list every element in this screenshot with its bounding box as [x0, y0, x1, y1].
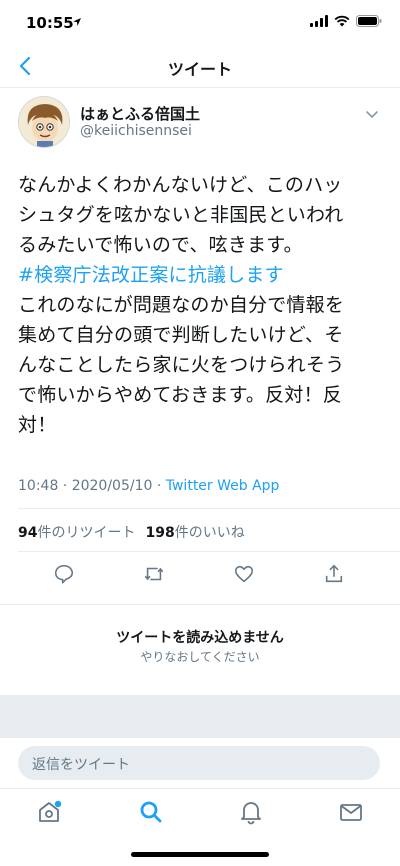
home-indicator	[131, 852, 269, 857]
like-count: 198	[145, 525, 175, 541]
navigation-bar: ツイート	[0, 44, 400, 88]
status-bar: 10:55	[0, 0, 400, 44]
empty-area	[0, 695, 400, 737]
like-stat[interactable]: 198件のいいね	[145, 525, 244, 541]
tweet-meta: 10:48 · 2020/05/10 · Twitter Web App	[18, 478, 279, 494]
tweet-line: るみたいで怖いので、呟きます。	[18, 234, 303, 256]
battery-icon	[356, 15, 382, 27]
reply-icon[interactable]	[53, 563, 75, 585]
status-time: 10:55	[26, 14, 74, 32]
page-title: ツイート	[167, 60, 232, 79]
tweet-text: なんかよくわかんないけど、このハッ シュタグを呟かないと非国民といわれ るみたい…	[18, 170, 388, 440]
reply-input[interactable]: 返信をツイート	[18, 746, 380, 780]
notifications-icon[interactable]	[238, 799, 264, 825]
tweet-line: これのなにが問題なのか自分で情報を	[18, 294, 345, 316]
avatar[interactable]	[18, 96, 70, 148]
tweet-stats: 94件のリツイート 198件のいいね	[18, 522, 245, 542]
home-icon[interactable]	[36, 799, 62, 825]
reply-bar: 返信をツイート	[0, 737, 400, 787]
tweet-line: 集めて自分の頭で判断したいけど、そ	[18, 324, 344, 346]
tweet-line: んなことしたら家に火をつけられそう	[18, 354, 345, 376]
wifi-icon	[334, 15, 350, 27]
tweet-line: なんかよくわかんないけど、このハッ	[18, 174, 343, 196]
retweet-icon[interactable]	[143, 563, 165, 585]
load-error[interactable]: ツイートを読み込めません やりなおしてください	[0, 605, 400, 695]
tweet-line: シュタグを呟かないと非国民といわれ	[18, 204, 344, 226]
signal-icon	[310, 15, 328, 27]
search-icon[interactable]	[138, 799, 164, 825]
tweet-source-link[interactable]: Twitter Web App	[166, 478, 280, 494]
like-icon[interactable]	[233, 563, 255, 585]
share-icon[interactable]	[323, 563, 345, 585]
location-icon	[73, 18, 81, 26]
tweet-author: はぁとふる倍国土 @keiichisennsei	[18, 96, 382, 152]
tweet-line: で怖いからやめておきます。反対！反	[18, 384, 342, 406]
retweet-label: 件のリツイート	[37, 525, 136, 541]
retweet-stat[interactable]: 94件のリツイート	[18, 525, 135, 541]
tweet-actions	[0, 558, 400, 594]
divider	[18, 508, 400, 509]
chevron-down-icon[interactable]	[364, 106, 380, 122]
author-handle[interactable]: @keiichisennsei	[80, 123, 192, 139]
error-title: ツイートを読み込めません	[116, 630, 284, 646]
retry-link[interactable]: やりなおしてください	[0, 648, 400, 665]
tweet-timestamp: 10:48 · 2020/05/10 ·	[18, 478, 166, 494]
hashtag-link[interactable]: #検察庁法改正案に抗議します	[18, 260, 388, 290]
retweet-count: 94	[18, 525, 38, 541]
author-name[interactable]: はぁとふる倍国土	[80, 103, 200, 124]
like-label: 件のいいね	[174, 525, 245, 541]
avatar-illustration	[19, 97, 69, 147]
tweet-line: 対！	[18, 414, 57, 436]
divider	[18, 551, 400, 552]
messages-icon[interactable]	[338, 799, 364, 825]
